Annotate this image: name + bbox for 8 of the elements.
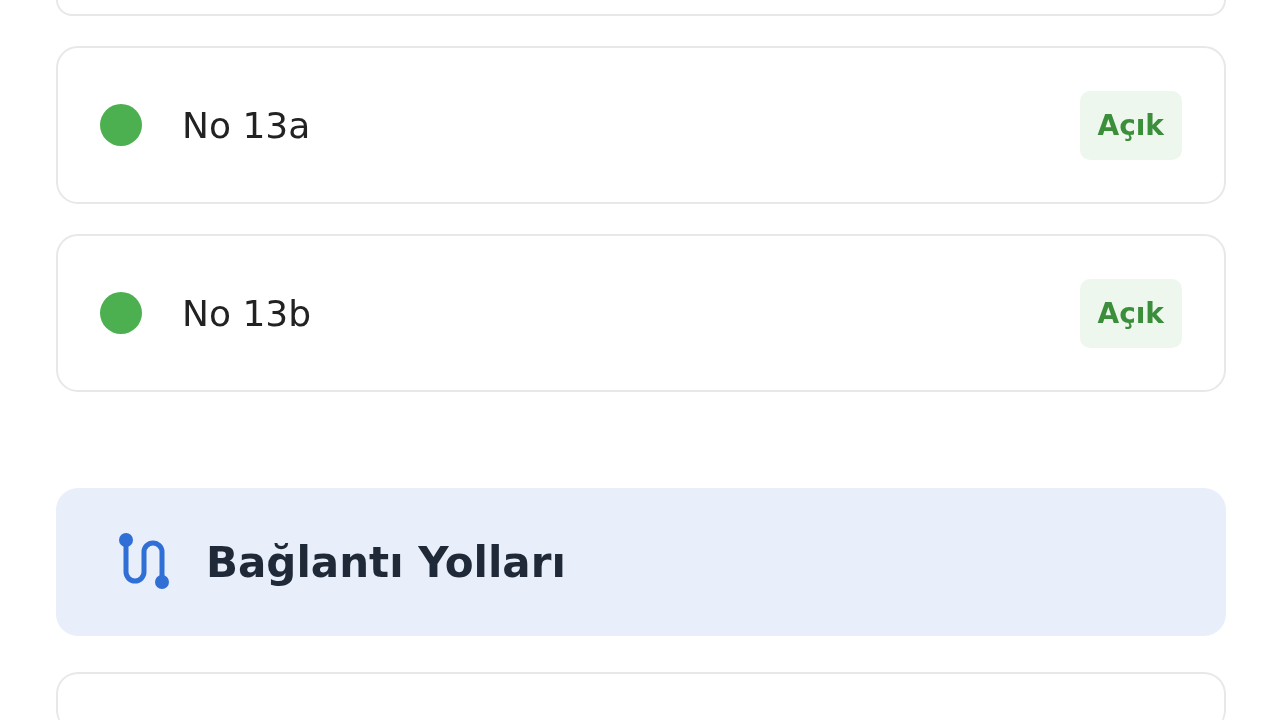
status-badge: Açık <box>1079 90 1182 160</box>
list-card[interactable]: No 13a Açık <box>56 46 1226 204</box>
route-icon <box>118 532 170 592</box>
item-name: No 13a <box>182 104 312 146</box>
item-name: No 13b <box>182 292 313 334</box>
list-card[interactable]: No 13b Açık <box>56 234 1226 392</box>
status-badge: Açık <box>1079 278 1182 348</box>
section-title: Bağlantı Yolları <box>206 537 566 587</box>
